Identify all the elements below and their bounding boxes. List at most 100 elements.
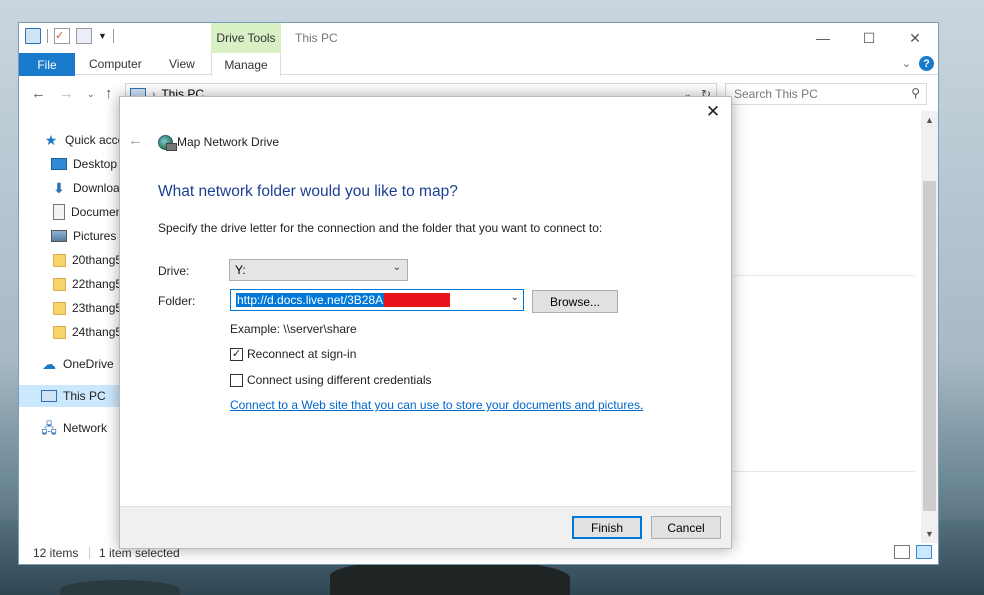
toolbar-divider <box>112 29 114 43</box>
browse-button[interactable]: Browse... <box>532 290 618 313</box>
details-view-icon[interactable] <box>894 545 910 559</box>
documents-icon <box>53 204 65 220</box>
maximize-icon[interactable]: ☐ <box>846 23 892 53</box>
desktop-rock <box>330 560 570 595</box>
vertical-scrollbar[interactable]: ▲ ▼ <box>921 111 938 543</box>
sidebar-item-label: Desktop <box>73 157 118 171</box>
download-icon: ⬇ <box>53 180 65 196</box>
folder-path-value: http://d.docs.live.net/3B28A <box>236 293 385 307</box>
back-arrow-icon[interactable]: ← <box>128 132 143 149</box>
reconnect-label[interactable]: Reconnect at sign-in <box>247 347 356 361</box>
redaction-mark <box>384 293 451 307</box>
sidebar-item-onedrive[interactable]: ☁ OneDrive <box>19 353 121 375</box>
quick-access-toolbar: ▼ <box>25 28 114 44</box>
drive-label: Drive: <box>158 264 190 278</box>
sidebar-item-quick-access[interactable]: ★ Quick access <box>19 129 121 151</box>
credentials-option[interactable]: Connect using different credentials <box>230 373 432 387</box>
sidebar-item-label: Pictures <box>73 229 117 243</box>
credentials-label[interactable]: Connect using different credentials <box>247 373 432 387</box>
folder-icon <box>53 253 66 267</box>
sidebar-item-label: OneDrive <box>63 357 114 371</box>
finish-button[interactable]: Finish <box>572 516 642 539</box>
sidebar-item-folder[interactable]: 20thang5 <box>19 249 121 271</box>
web-site-link[interactable]: Connect to a Web site that you can use t… <box>230 398 640 412</box>
onedrive-icon: ☁ <box>42 356 56 372</box>
reconnect-checkbox[interactable]: ✓ <box>230 347 243 361</box>
network-drive-icon <box>158 135 177 151</box>
sidebar-item-desktop[interactable]: Desktop <box>19 153 121 175</box>
group-divider <box>733 471 915 472</box>
sidebar-item-label: This PC <box>63 389 106 403</box>
tab-computer[interactable]: Computer <box>89 57 142 71</box>
dialog-description: Specify the drive letter for the connect… <box>158 221 603 235</box>
window-title: This PC <box>295 31 338 45</box>
search-icon[interactable]: ⚲ <box>911 86 920 100</box>
sidebar-item-folder[interactable]: 22thang5 <box>19 273 121 295</box>
desktop-rock-small <box>60 580 180 595</box>
drive-letter-select[interactable]: Y: ⌄ <box>229 259 408 281</box>
sidebar-item-folder[interactable]: 24thang5 <box>19 321 121 343</box>
tab-file[interactable]: File <box>19 53 75 76</box>
sidebar-item-label: 20thang5 <box>72 253 121 267</box>
credentials-checkbox[interactable] <box>230 373 243 387</box>
new-folder-icon[interactable] <box>76 28 92 44</box>
network-icon: 🖧 <box>41 420 57 436</box>
recent-locations-icon[interactable]: ⌄ <box>87 89 95 100</box>
close-icon[interactable]: ✕ <box>892 23 938 53</box>
desktop-icon <box>51 158 67 170</box>
cancel-button[interactable]: Cancel <box>651 516 721 539</box>
example-text: Example: \\server\share <box>230 322 357 336</box>
web-site-link-row: Connect to a Web site that you can use t… <box>230 398 643 412</box>
properties-icon[interactable] <box>54 28 70 44</box>
chevron-down-icon[interactable]: ⌄ <box>511 292 519 303</box>
close-icon[interactable]: ✕ <box>703 102 723 122</box>
sidebar-item-label: Network <box>63 421 108 435</box>
view-switcher <box>894 545 932 559</box>
scroll-down-icon[interactable]: ▼ <box>925 529 934 539</box>
customize-toolbar-icon[interactable]: ▼ <box>98 31 107 41</box>
folder-label: Folder: <box>158 294 196 308</box>
up-arrow-icon[interactable]: ↑ <box>105 85 113 102</box>
tab-manage[interactable]: Manage <box>211 53 281 76</box>
scroll-up-icon[interactable]: ▲ <box>925 115 934 125</box>
back-arrow-icon[interactable]: ← <box>31 85 46 102</box>
folder-icon <box>53 325 66 339</box>
scrollbar-thumb[interactable] <box>923 181 936 511</box>
minimize-icon[interactable]: — <box>800 23 846 53</box>
forward-arrow-icon[interactable]: → <box>59 85 74 102</box>
this-pc-icon <box>25 28 41 44</box>
sidebar-item-documents[interactable]: Documents <box>19 201 121 223</box>
drive-tools-tab-group: Drive Tools <box>211 23 281 53</box>
star-icon: ★ <box>44 132 58 148</box>
toolbar-divider <box>47 29 48 43</box>
sidebar-item-pictures[interactable]: Pictures <box>19 225 121 247</box>
chevron-down-icon[interactable]: ⌄ <box>393 262 401 273</box>
expand-ribbon-icon[interactable]: ⌄ <box>902 57 911 70</box>
tab-view[interactable]: View <box>169 57 195 71</box>
sidebar-item-label: 22thang5 <box>72 277 121 291</box>
search-input[interactable]: Search This PC ⚲ <box>725 83 927 105</box>
folder-path-input[interactable]: http://d.docs.live.net/3B28A ⌄ <box>230 289 524 311</box>
navigation-pane: ★ Quick access Desktop ⬇ Downloads Docum… <box>19 127 121 547</box>
sidebar-item-this-pc[interactable]: This PC <box>19 385 121 407</box>
title-bar: ▼ Drive Tools This PC — ☐ ✕ <box>19 23 938 53</box>
sidebar-item-folder[interactable]: 23thang5 <box>19 297 121 319</box>
group-divider <box>733 275 915 276</box>
window-controls: — ☐ ✕ <box>800 23 938 53</box>
sidebar-item-label: 24thang5 <box>72 325 121 339</box>
sidebar-item-label: Documents <box>71 205 121 219</box>
ribbon-right-controls: ⌄ ? <box>902 56 934 71</box>
sidebar-item-network[interactable]: 🖧 Network <box>19 417 121 439</box>
reconnect-option[interactable]: ✓ Reconnect at sign-in <box>230 347 356 361</box>
status-divider <box>89 547 90 559</box>
folder-icon <box>53 277 66 291</box>
ribbon-tabs: File Computer View Manage ⌄ ? <box>19 53 938 76</box>
help-icon[interactable]: ? <box>919 56 934 71</box>
this-pc-icon <box>41 390 57 402</box>
dialog-footer: Finish Cancel <box>120 506 731 548</box>
sidebar-item-label: Downloads <box>73 181 121 195</box>
large-icons-view-icon[interactable] <box>916 545 932 559</box>
item-count: 12 items <box>33 546 79 560</box>
link-tail: . <box>640 398 644 412</box>
sidebar-item-downloads[interactable]: ⬇ Downloads <box>19 177 121 199</box>
